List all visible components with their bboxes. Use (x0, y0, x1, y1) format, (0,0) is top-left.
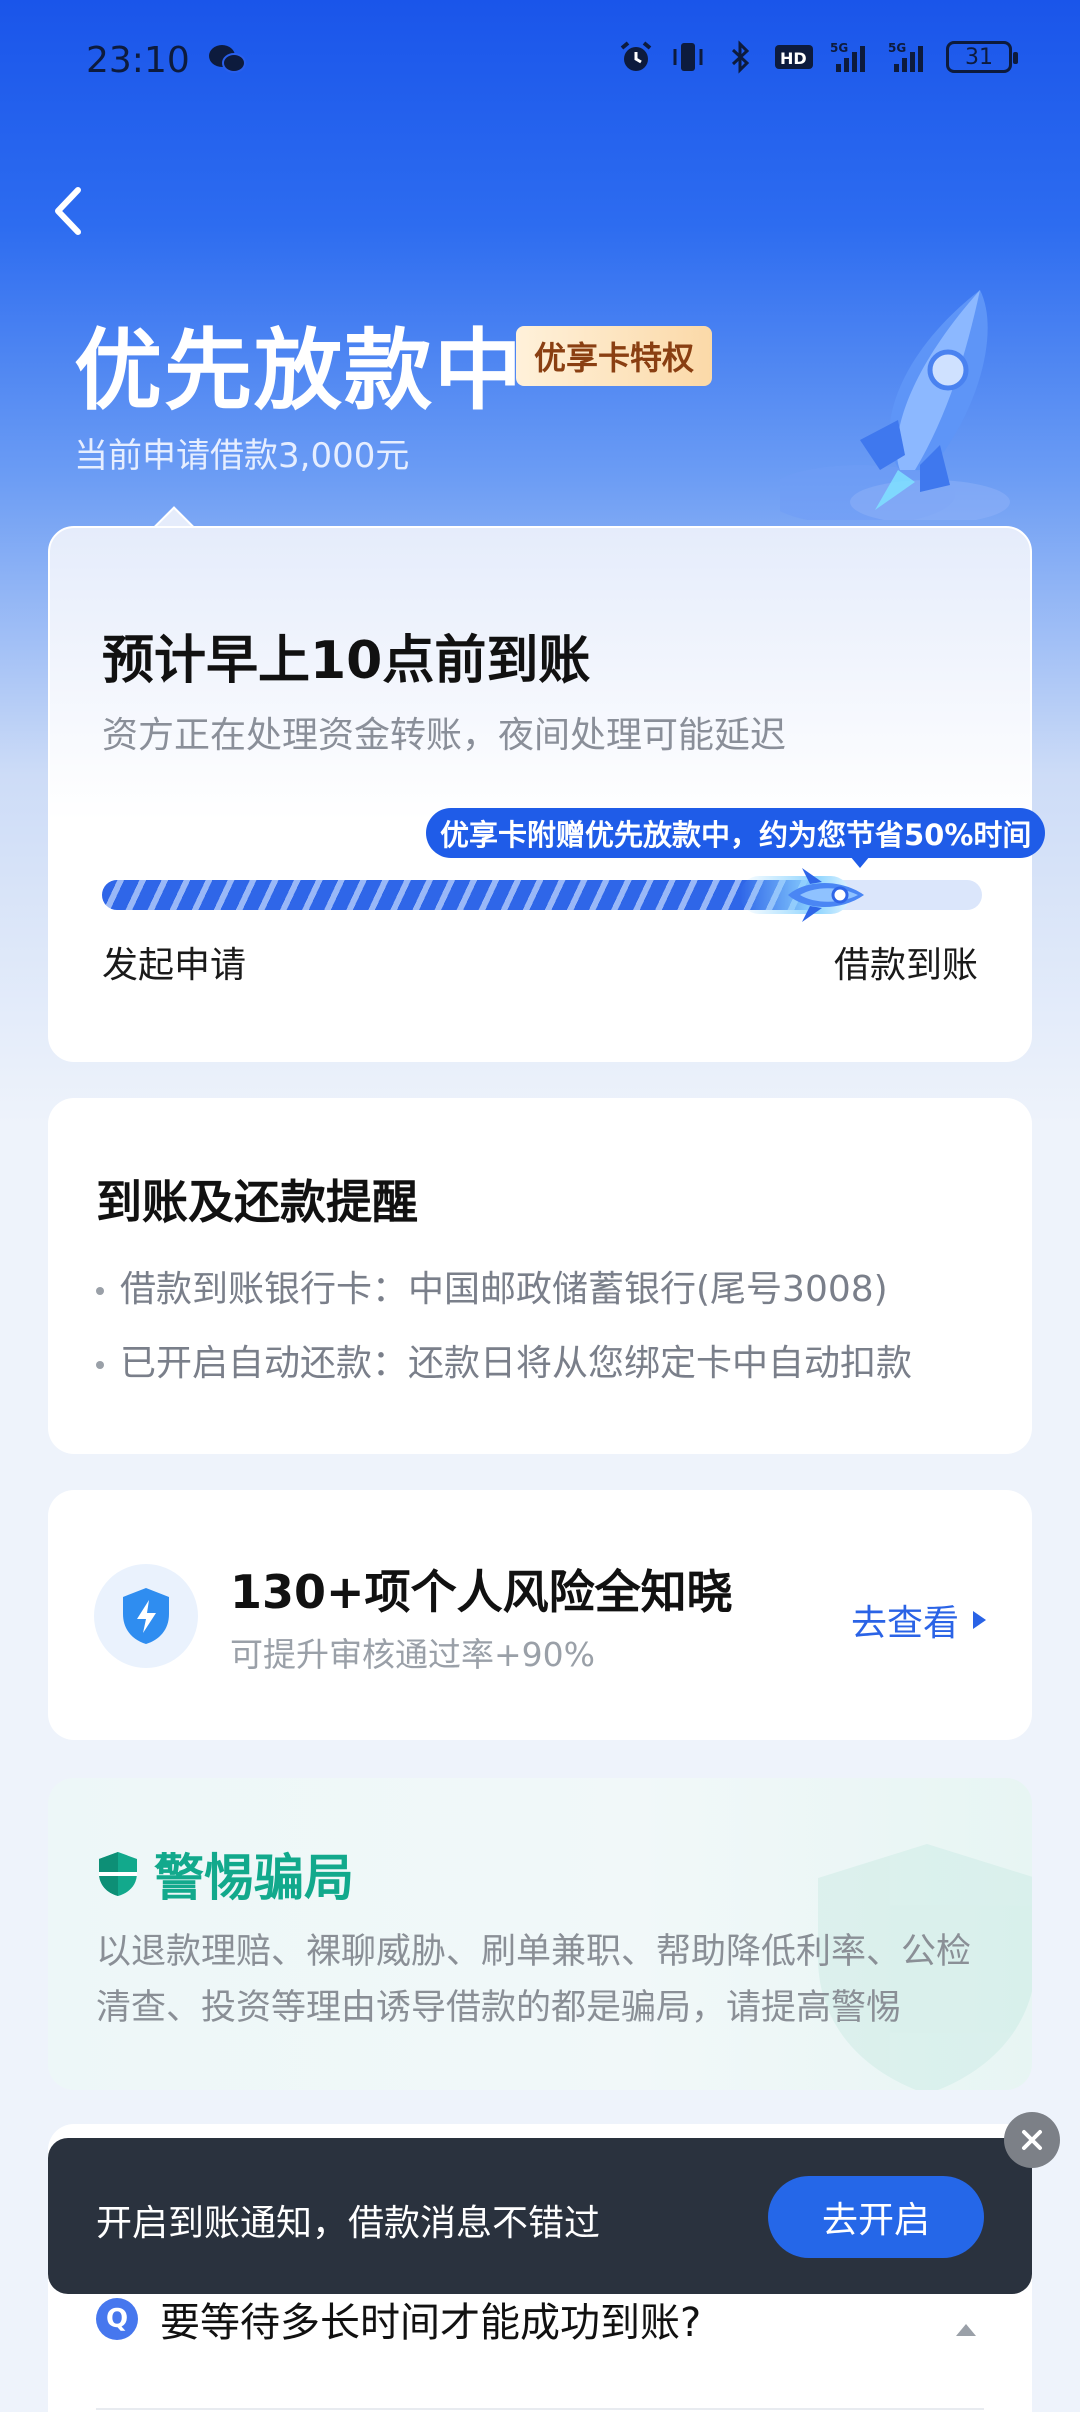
auto-repay-line: 已开启自动还款：还款日将从您绑定卡中自动扣款 (96, 1334, 912, 1386)
risk-report-card[interactable]: 130+项个人风险全知晓 可提升审核通过率+90% 去查看 (48, 1490, 1032, 1740)
close-icon (1022, 2130, 1042, 2150)
vibrate-icon (673, 43, 703, 71)
svg-text:HD: HD (780, 49, 807, 68)
fraud-title-row: 警惕骗局 (96, 1838, 354, 1910)
fraud-warning-card: 警惕骗局 以退款理赔、裸聊威胁、刷单兼职、帮助降低利率、公检清查、投资等理由诱导… (48, 1778, 1032, 2090)
hd-icon: HD (775, 45, 813, 69)
risk-subtitle: 可提升审核通过率+90% (230, 1635, 595, 1674)
faq-question: 要等待多长时间才能成功到账? (160, 2300, 702, 2346)
view-link-label: 去查看 (850, 1603, 959, 1644)
back-arrow-icon[interactable] (48, 184, 88, 238)
5g-signal-icon: 5G (888, 41, 923, 72)
play-arrow-icon (973, 1611, 986, 1629)
bluetooth-icon (731, 40, 750, 74)
progress-end-label: 借款到账 (833, 945, 978, 986)
bullet-dot (96, 1361, 104, 1369)
alarm-icon (620, 41, 652, 71)
notification-banner: 开启到账通知，借款消息不错过 去开启 (48, 2138, 1032, 2294)
fraud-title: 警惕骗局 (154, 1849, 354, 1907)
priority-tip-bubble: 优享卡附赠优先放款中，约为您节省50%时间 (426, 808, 1046, 858)
auto-repay-text: 已开启自动还款：还款日将从您绑定卡中自动扣款 (120, 1343, 913, 1384)
svg-text:5G: 5G (888, 41, 906, 55)
close-banner-button[interactable] (1004, 2112, 1060, 2168)
loan-amount-subtitle: 当前申请借款3,000元 (74, 436, 410, 476)
battery-icon: 31 (946, 41, 1018, 73)
bank-card-line: 借款到账银行卡：中国邮政储蓄银行(尾号3008) (96, 1260, 888, 1312)
fraud-warning-text: 以退款理赔、裸聊威胁、刷单兼职、帮助降低利率、公检清查、投资等理由诱导借款的都是… (96, 1932, 972, 2028)
faq-q-badge: Q (96, 2298, 138, 2340)
rocket-illustration-icon (780, 290, 1010, 520)
progress-card: 预计早上10点前到账 资方正在处理资金转账，夜间处理可能延迟 优享卡附赠优先放款… (48, 526, 1046, 1062)
page-title: 优先放款中 (74, 319, 525, 422)
divider (96, 2408, 984, 2410)
risk-title: 130+项个人风险全知晓 (230, 1565, 733, 1619)
wechat-icon (209, 45, 246, 73)
rocket-progress-icon (788, 868, 864, 922)
status-time: 23:10 (86, 40, 190, 81)
faq-question-row[interactable]: Q 要等待多长时间才能成功到账? (96, 2290, 701, 2348)
arrival-estimate-subtitle: 资方正在处理资金转账，夜间处理可能延迟 (102, 715, 787, 756)
notification-text: 开启到账通知，借款消息不错过 (96, 2203, 601, 2244)
view-risk-link[interactable]: 去查看 (851, 1594, 986, 1646)
loan-progress-bar (102, 868, 982, 922)
status-icons: HD 5G 5G 31 (618, 40, 1018, 74)
svg-text:5G: 5G (830, 41, 848, 55)
5g-signal-icon: 5G (830, 41, 865, 72)
enable-notification-button[interactable]: 去开启 (768, 2176, 984, 2258)
privilege-badge: 优享卡特权 (516, 326, 713, 386)
shield-check-icon (99, 1852, 137, 1896)
progress-fill (102, 880, 850, 910)
reminder-title: 到账及还款提醒 (96, 1175, 418, 1229)
reminder-card: 到账及还款提醒 借款到账银行卡：中国邮政储蓄银行(尾号3008) 已开启自动还款… (48, 1098, 1032, 1454)
shield-lightning-icon (123, 1588, 169, 1644)
status-bar: 23:10 HD 5G 5G 31 (0, 0, 1080, 120)
bullet-dot (96, 1287, 104, 1295)
caret-up-icon[interactable] (956, 2324, 976, 2336)
progress-start-label: 发起申请 (102, 945, 247, 986)
bank-card-text: 借款到账银行卡：中国邮政储蓄银行(尾号3008) (120, 1269, 888, 1310)
arrival-estimate-title: 预计早上10点前到账 (102, 631, 591, 691)
shield-icon-wrap (94, 1564, 198, 1668)
